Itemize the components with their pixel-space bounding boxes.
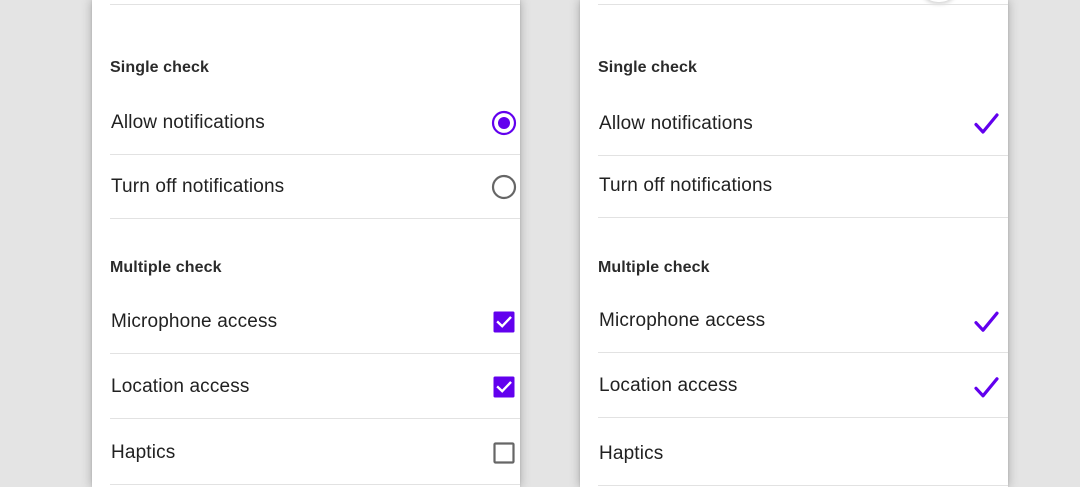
list-item-label: Haptics: [599, 443, 664, 464]
list-item-label: Turn off notifications: [111, 176, 285, 197]
list-item-label: Microphone access: [111, 311, 278, 332]
checkbox-unchecked-icon: [493, 442, 515, 464]
radio-button-unselected[interactable]: [491, 174, 517, 200]
section-header-multiple-check: Multiple check: [598, 259, 710, 276]
checkmark-icon: [971, 373, 1001, 403]
checkmark-icon: [971, 307, 1001, 337]
list-item-microphone-access[interactable]: Microphone access: [110, 290, 520, 354]
checkmark-icon: [971, 109, 1001, 139]
list-item-turn-off-notifications[interactable]: Turn off notifications: [110, 155, 520, 219]
list-item-allow-notifications[interactable]: Allow notifications: [110, 91, 520, 155]
top-divider: [598, 4, 1008, 5]
checkbox-unchecked[interactable]: [491, 440, 517, 466]
list-item-label: Allow notifications: [111, 112, 265, 133]
checkbox-checked[interactable]: [491, 309, 517, 335]
list-item-location-access[interactable]: Location access: [110, 355, 520, 419]
top-scroll-indicator: [920, 0, 958, 2]
top-divider: [110, 4, 520, 5]
radio-button-selected[interactable]: [491, 110, 517, 136]
list-item-haptics[interactable]: Haptics: [598, 422, 1008, 486]
list-item-location-access[interactable]: Location access: [598, 354, 1008, 418]
right-settings-panel: Single check Allow notifications Turn of…: [580, 0, 1008, 487]
checkbox-checked-icon: [493, 376, 515, 398]
list-item-label: Turn off notifications: [599, 175, 773, 196]
list-item-label: Location access: [599, 375, 738, 396]
list-item-microphone-access[interactable]: Microphone access: [598, 289, 1008, 353]
left-settings-panel: Single check Allow notifications Turn of…: [92, 0, 520, 487]
radio-selected-icon: [491, 110, 517, 136]
section-header-single-check: Single check: [598, 59, 698, 76]
list-item-label: Location access: [111, 376, 250, 397]
list-item-label: Microphone access: [599, 310, 766, 331]
section-header-single-check: Single check: [110, 59, 210, 76]
list-item-allow-notifications[interactable]: Allow notifications: [598, 92, 1008, 156]
list-item-label: Haptics: [111, 442, 176, 463]
checkbox-checked[interactable]: [491, 374, 517, 400]
list-item-haptics[interactable]: Haptics: [110, 421, 520, 485]
section-header-multiple-check: Multiple check: [110, 259, 222, 276]
list-item-label: Allow notifications: [599, 113, 753, 134]
checkbox-checked-icon: [493, 311, 515, 333]
list-item-turn-off-notifications[interactable]: Turn off notifications: [598, 154, 1008, 218]
radio-unselected-icon: [491, 174, 517, 200]
